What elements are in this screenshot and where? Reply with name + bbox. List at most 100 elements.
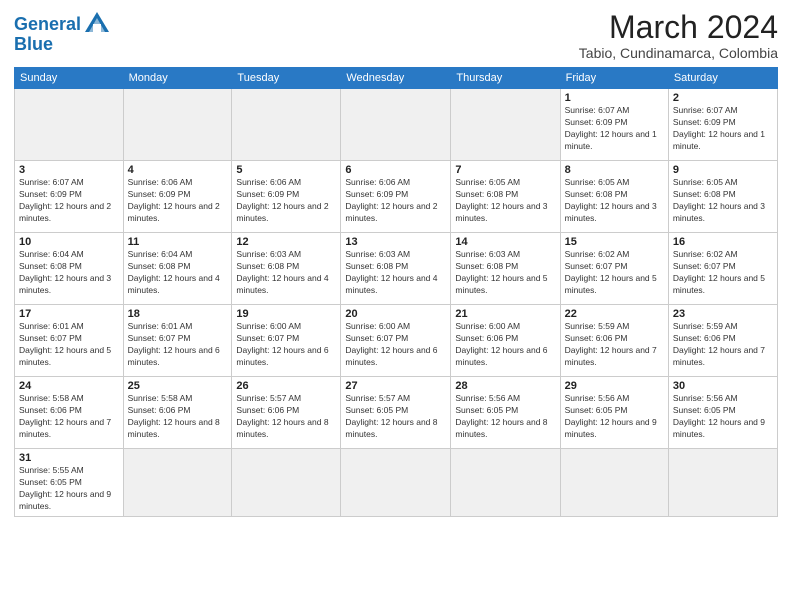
day-number: 16: [673, 236, 773, 248]
day-info: Sunrise: 6:02 AM Sunset: 6:07 PM Dayligh…: [565, 249, 664, 297]
calendar-week-row: 24 Sunrise: 5:58 AM Sunset: 6:06 PM Dayli…: [15, 377, 778, 449]
logo-blue-text: Blue: [14, 34, 53, 55]
day-number: 14: [455, 236, 555, 248]
table-row: 6Sunrise: 6:06 AM Sunset: 6:09 PM Daylig…: [341, 161, 451, 233]
day-number: 10: [19, 236, 119, 248]
day-info: Sunrise: 6:03 AM Sunset: 6:08 PM Dayligh…: [345, 249, 446, 297]
table-row: [451, 89, 560, 161]
day-info: Sunrise: 6:06 AM Sunset: 6:09 PM Dayligh…: [128, 177, 228, 225]
day-number: 20: [345, 308, 446, 320]
table-row: 12Sunrise: 6:03 AM Sunset: 6:08 PM Dayli…: [232, 233, 341, 305]
table-row: 21Sunrise: 6:00 AM Sunset: 6:06 PM Dayli…: [451, 305, 560, 377]
table-row: 11Sunrise: 6:04 AM Sunset: 6:08 PM Dayli…: [123, 233, 232, 305]
table-row: 19Sunrise: 6:00 AM Sunset: 6:07 PM Dayli…: [232, 305, 341, 377]
day-info: Sunrise: 5:56 AM Sunset: 6:05 PM Dayligh…: [455, 393, 555, 441]
day-number: 15: [565, 236, 664, 248]
col-sunday: Sunday: [15, 68, 124, 89]
table-row: 7Sunrise: 6:05 AM Sunset: 6:08 PM Daylig…: [451, 161, 560, 233]
table-row: 22Sunrise: 5:59 AM Sunset: 6:06 PM Dayli…: [560, 305, 668, 377]
day-info: Sunrise: 6:02 AM Sunset: 6:07 PM Dayligh…: [673, 249, 773, 297]
table-row: [451, 449, 560, 517]
day-number: 24: [19, 380, 119, 392]
col-tuesday: Tuesday: [232, 68, 341, 89]
day-info: Sunrise: 6:03 AM Sunset: 6:08 PM Dayligh…: [455, 249, 555, 297]
day-info: Sunrise: 5:57 AM Sunset: 6:05 PM Dayligh…: [345, 393, 446, 441]
day-number: 12: [236, 236, 336, 248]
day-info: Sunrise: 5:59 AM Sunset: 6:06 PM Dayligh…: [673, 321, 773, 369]
day-number: 28: [455, 380, 555, 392]
day-number: 9: [673, 164, 773, 176]
table-row: [560, 449, 668, 517]
calendar-week-row: 10Sunrise: 6:04 AM Sunset: 6:08 PM Dayli…: [15, 233, 778, 305]
calendar-week-row: 17Sunrise: 6:01 AM Sunset: 6:07 PM Dayli…: [15, 305, 778, 377]
day-number: 11: [128, 236, 228, 248]
table-row: 17Sunrise: 6:01 AM Sunset: 6:07 PM Dayli…: [15, 305, 124, 377]
day-number: 30: [673, 380, 773, 392]
day-number: 31: [19, 452, 119, 464]
table-row: 9Sunrise: 6:05 AM Sunset: 6:08 PM Daylig…: [668, 161, 777, 233]
calendar-week-row: 31Sunrise: 5:55 AM Sunset: 6:05 PM Dayli…: [15, 449, 778, 517]
table-row: 14Sunrise: 6:03 AM Sunset: 6:08 PM Dayli…: [451, 233, 560, 305]
day-info: Sunrise: 6:07 AM Sunset: 6:09 PM Dayligh…: [19, 177, 119, 225]
table-row: 28Sunrise: 5:56 AM Sunset: 6:05 PM Dayli…: [451, 377, 560, 449]
col-friday: Friday: [560, 68, 668, 89]
day-number: 19: [236, 308, 336, 320]
day-info: Sunrise: 6:07 AM Sunset: 6:09 PM Dayligh…: [565, 105, 664, 153]
day-number: 27: [345, 380, 446, 392]
day-number: 17: [19, 308, 119, 320]
day-info: Sunrise: 6:04 AM Sunset: 6:08 PM Dayligh…: [128, 249, 228, 297]
day-number: 23: [673, 308, 773, 320]
day-info: Sunrise: 6:06 AM Sunset: 6:09 PM Dayligh…: [345, 177, 446, 225]
day-number: 2: [673, 92, 773, 104]
page-header: General Blue March 2024 Tabio, Cundinama…: [14, 10, 778, 61]
table-row: 2Sunrise: 6:07 AM Sunset: 6:09 PM Daylig…: [668, 89, 777, 161]
table-row: [668, 449, 777, 517]
day-number: 18: [128, 308, 228, 320]
table-row: 15Sunrise: 6:02 AM Sunset: 6:07 PM Dayli…: [560, 233, 668, 305]
table-row: 23Sunrise: 5:59 AM Sunset: 6:06 PM Dayli…: [668, 305, 777, 377]
day-number: 6: [345, 164, 446, 176]
table-row: 24Sunrise: 5:58 AM Sunset: 6:06 PM Dayli…: [15, 377, 124, 449]
table-row: 5Sunrise: 6:06 AM Sunset: 6:09 PM Daylig…: [232, 161, 341, 233]
day-number: 21: [455, 308, 555, 320]
day-number: 5: [236, 164, 336, 176]
logo-icon: [83, 10, 111, 38]
day-info: Sunrise: 6:00 AM Sunset: 6:07 PM Dayligh…: [345, 321, 446, 369]
table-row: 10Sunrise: 6:04 AM Sunset: 6:08 PM Dayli…: [15, 233, 124, 305]
table-row: 29Sunrise: 5:56 AM Sunset: 6:05 PM Dayli…: [560, 377, 668, 449]
day-info: Sunrise: 6:00 AM Sunset: 6:07 PM Dayligh…: [236, 321, 336, 369]
day-number: 7: [455, 164, 555, 176]
day-number: 13: [345, 236, 446, 248]
day-info: Sunrise: 6:06 AM Sunset: 6:09 PM Dayligh…: [236, 177, 336, 225]
day-number: 26: [236, 380, 336, 392]
day-number: 4: [128, 164, 228, 176]
logo: General Blue: [14, 10, 111, 55]
day-info: Sunrise: 6:01 AM Sunset: 6:07 PM Dayligh…: [19, 321, 119, 369]
col-wednesday: Wednesday: [341, 68, 451, 89]
table-row: [232, 449, 341, 517]
table-row: 20Sunrise: 6:00 AM Sunset: 6:07 PM Dayli…: [341, 305, 451, 377]
table-row: 25Sunrise: 5:58 AM Sunset: 6:06 PM Dayli…: [123, 377, 232, 449]
table-row: [341, 449, 451, 517]
day-number: 22: [565, 308, 664, 320]
table-row: [232, 89, 341, 161]
day-number: 8: [565, 164, 664, 176]
calendar-table: Sunday Monday Tuesday Wednesday Thursday…: [14, 67, 778, 517]
table-row: 31Sunrise: 5:55 AM Sunset: 6:05 PM Dayli…: [15, 449, 124, 517]
day-info: Sunrise: 5:56 AM Sunset: 6:05 PM Dayligh…: [565, 393, 664, 441]
table-row: [341, 89, 451, 161]
table-row: 13Sunrise: 6:03 AM Sunset: 6:08 PM Dayli…: [341, 233, 451, 305]
table-row: 27Sunrise: 5:57 AM Sunset: 6:05 PM Dayli…: [341, 377, 451, 449]
day-info: Sunrise: 6:05 AM Sunset: 6:08 PM Dayligh…: [673, 177, 773, 225]
table-row: 18Sunrise: 6:01 AM Sunset: 6:07 PM Dayli…: [123, 305, 232, 377]
day-info: Sunrise: 6:01 AM Sunset: 6:07 PM Dayligh…: [128, 321, 228, 369]
table-row: 8Sunrise: 6:05 AM Sunset: 6:08 PM Daylig…: [560, 161, 668, 233]
title-area: March 2024 Tabio, Cundinamarca, Colombia: [579, 10, 778, 61]
logo-text: General: [14, 15, 81, 33]
col-saturday: Saturday: [668, 68, 777, 89]
day-info: Sunrise: 5:58 AM Sunset: 6:06 PM Dayligh…: [128, 393, 228, 441]
day-number: 3: [19, 164, 119, 176]
day-number: 29: [565, 380, 664, 392]
day-info: Sunrise: 6:04 AM Sunset: 6:08 PM Dayligh…: [19, 249, 119, 297]
table-row: [15, 89, 124, 161]
